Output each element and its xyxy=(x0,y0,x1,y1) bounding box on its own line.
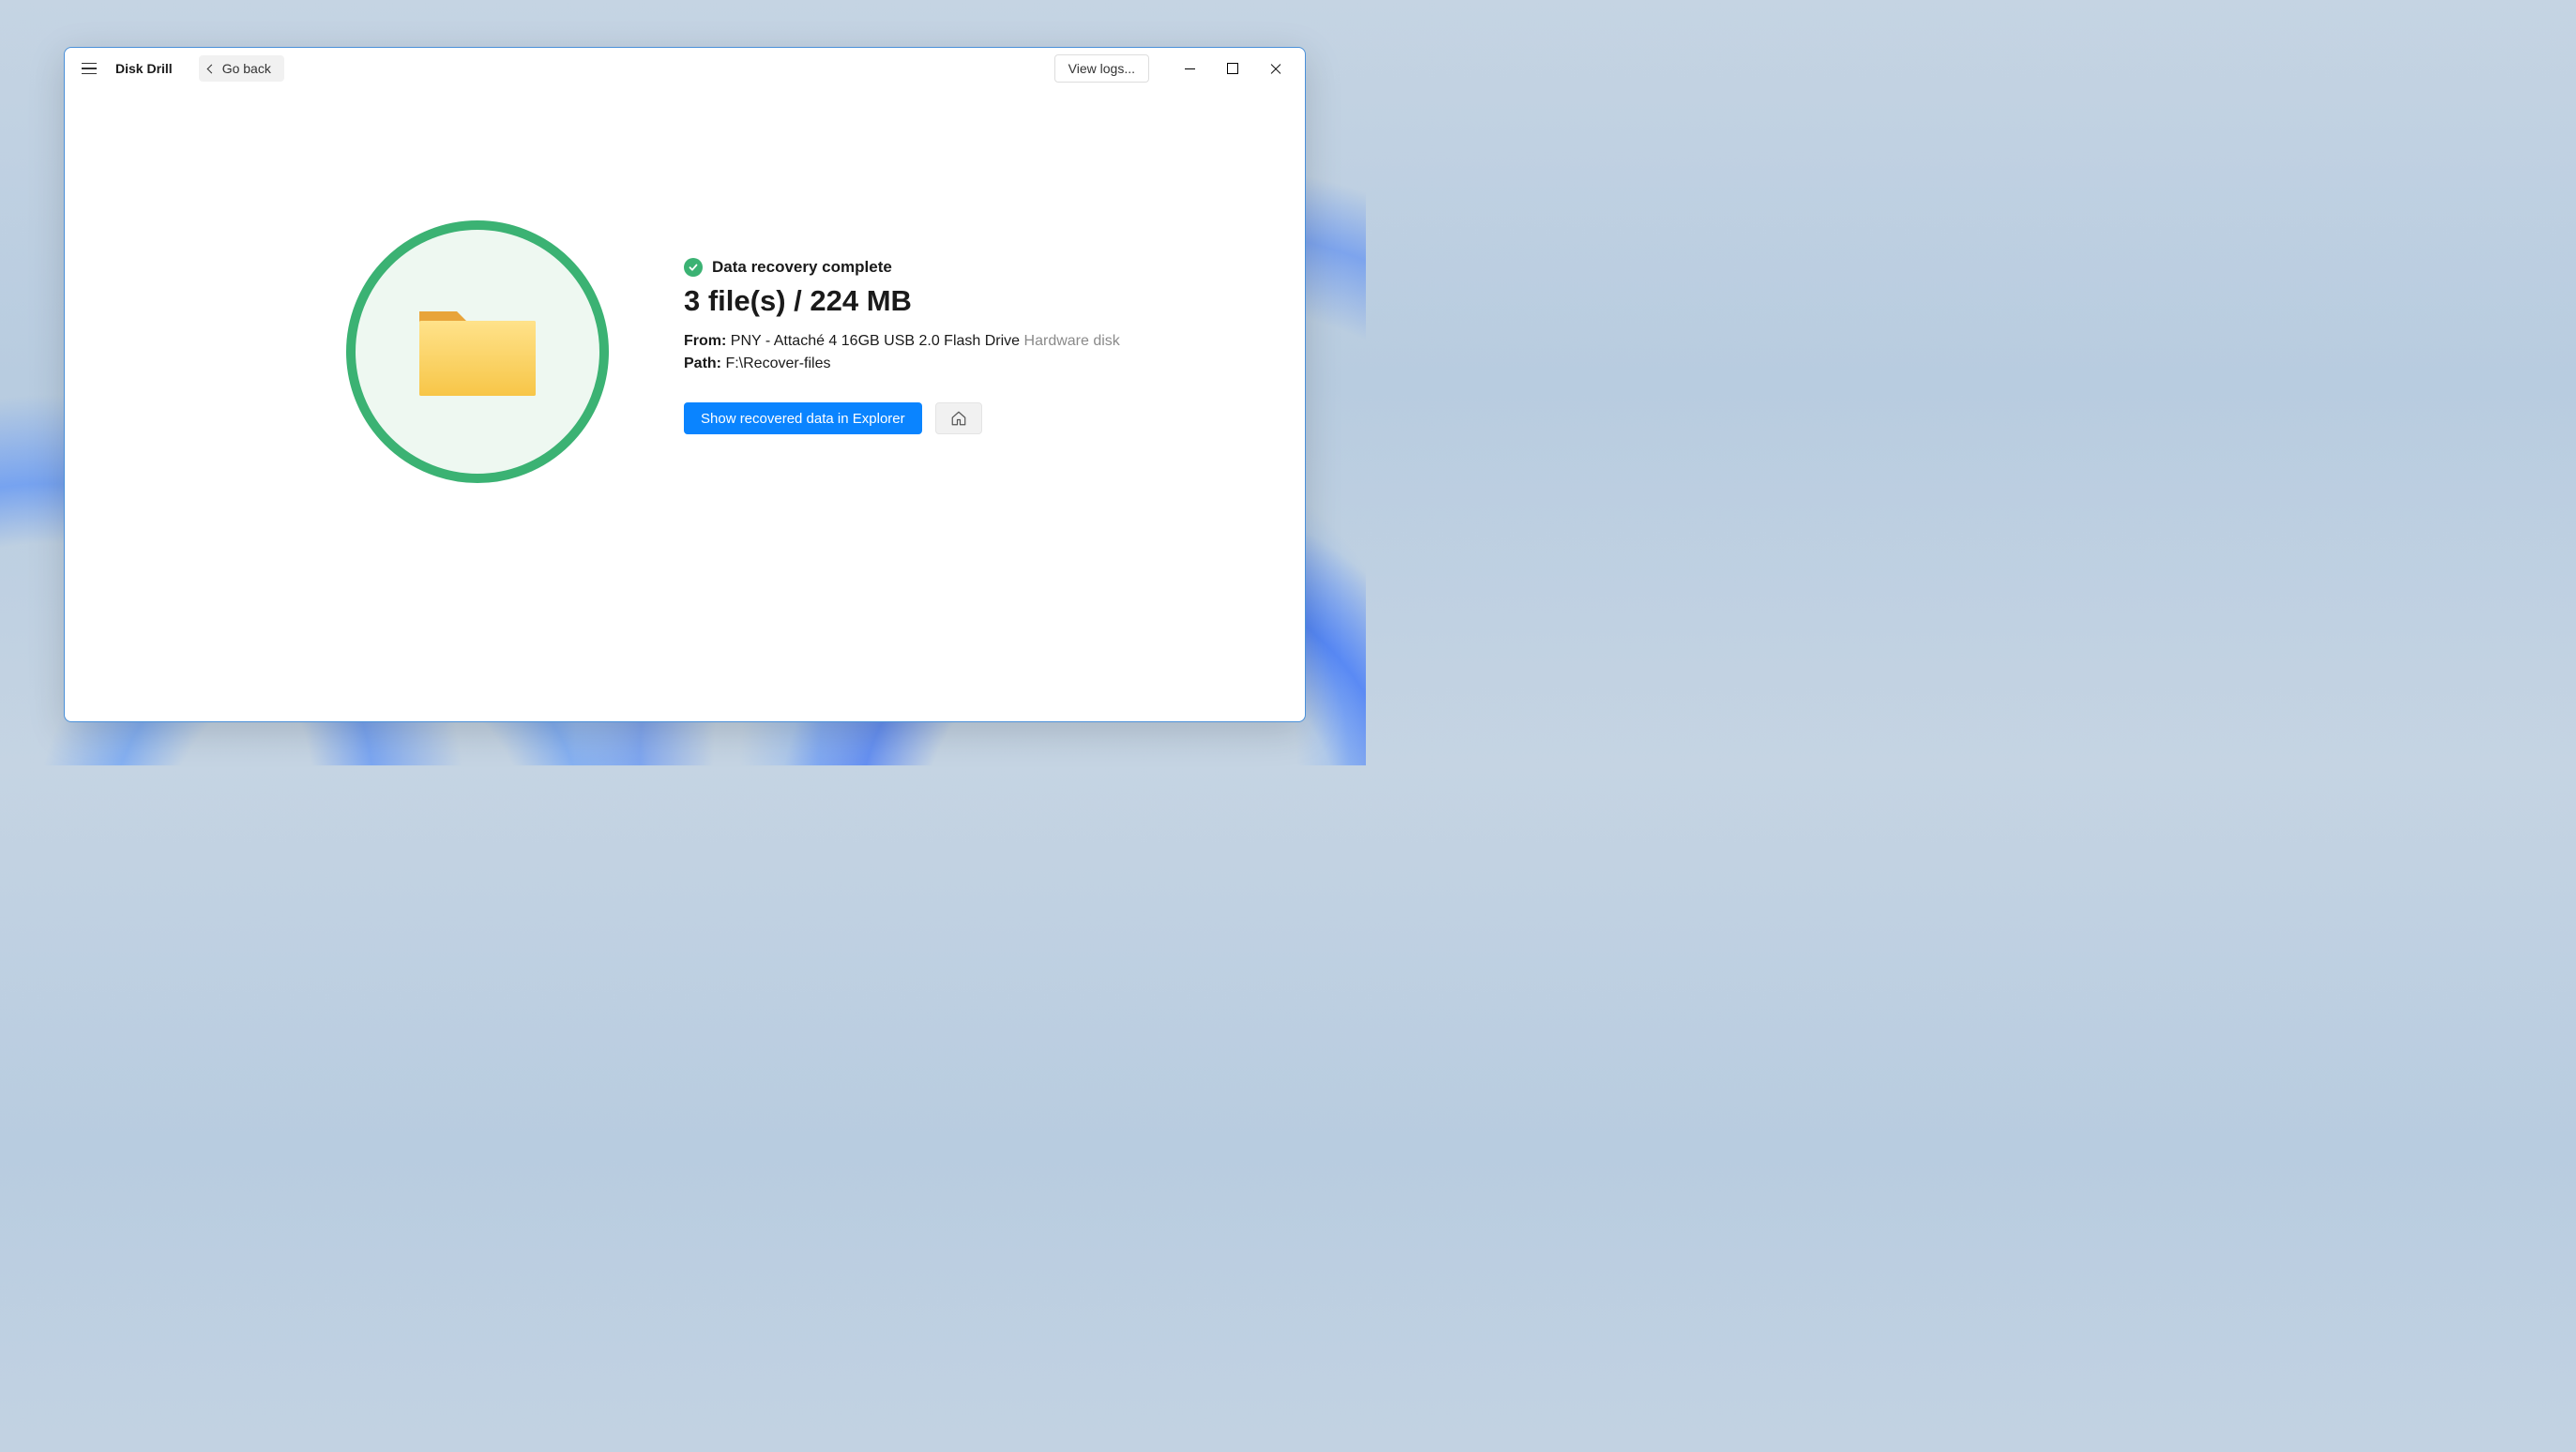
path-value: F:\Recover-files xyxy=(725,355,830,371)
app-window: Disk Drill Go back View logs... xyxy=(64,47,1306,722)
success-folder-graphic xyxy=(346,220,609,483)
titlebar: Disk Drill Go back View logs... xyxy=(65,48,1305,89)
main-content: Data recovery complete 3 file(s) / 224 M… xyxy=(65,89,1305,721)
checkmark-icon xyxy=(684,258,703,277)
app-title: Disk Drill xyxy=(115,61,173,76)
path-line: Path: F:\Recover-files xyxy=(684,355,1120,372)
home-icon xyxy=(950,410,967,427)
go-back-button[interactable]: Go back xyxy=(199,55,284,82)
recovery-summary: 3 file(s) / 224 MB xyxy=(684,284,1120,318)
home-button[interactable] xyxy=(935,402,982,434)
action-row: Show recovered data in Explorer xyxy=(684,402,1120,434)
maximize-button[interactable] xyxy=(1211,53,1254,83)
status-text: Data recovery complete xyxy=(712,258,892,277)
folder-icon xyxy=(412,300,543,403)
from-line: From: PNY - Attaché 4 16GB USB 2.0 Flash… xyxy=(684,333,1120,350)
window-controls xyxy=(1168,53,1297,83)
from-type: Hardware disk xyxy=(1024,333,1120,349)
from-value: PNY - Attaché 4 16GB USB 2.0 Flash Drive xyxy=(731,333,1020,349)
go-back-label: Go back xyxy=(222,61,271,76)
status-row: Data recovery complete xyxy=(684,258,1120,277)
from-label: From: xyxy=(684,333,726,349)
close-button[interactable] xyxy=(1254,53,1297,83)
result-panel: Data recovery complete 3 file(s) / 224 M… xyxy=(684,220,1120,434)
show-in-explorer-button[interactable]: Show recovered data in Explorer xyxy=(684,402,922,434)
view-logs-button[interactable]: View logs... xyxy=(1054,54,1149,83)
menu-icon[interactable] xyxy=(76,55,102,82)
chevron-left-icon xyxy=(206,64,216,73)
path-label: Path: xyxy=(684,355,721,371)
minimize-button[interactable] xyxy=(1168,53,1211,83)
